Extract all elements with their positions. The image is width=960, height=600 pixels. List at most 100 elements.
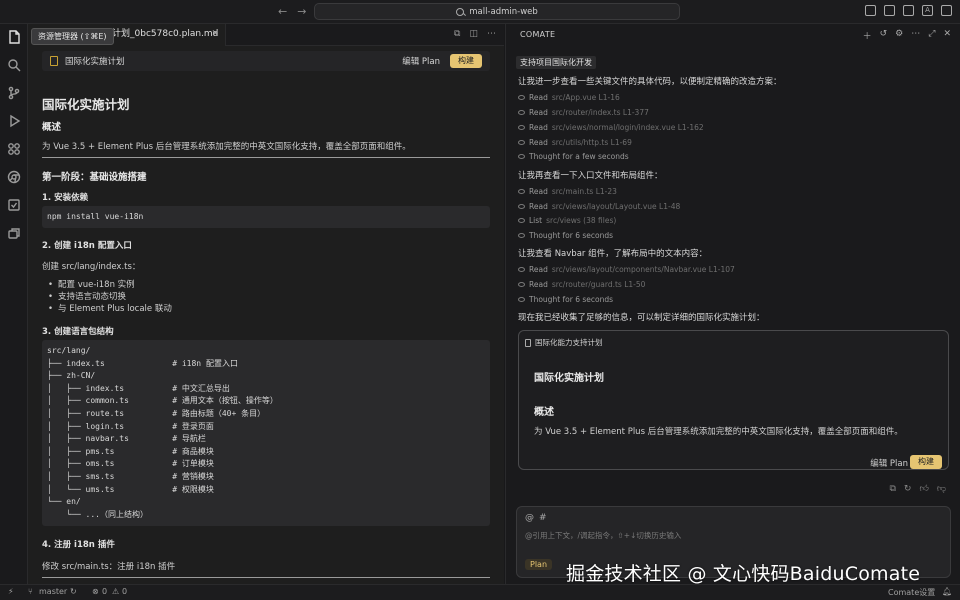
new-chat-icon[interactable]: ＋	[863, 29, 872, 42]
toggle-secondary-sidebar-icon[interactable]	[903, 5, 914, 16]
list-item: 与 Element Plus locale 联动	[48, 303, 172, 315]
tool-read-row[interactable]: Read src/router/index.ts L1-377	[518, 108, 649, 117]
mode-selector[interactable]: Plan	[525, 559, 553, 570]
browser-icon[interactable]	[7, 170, 21, 184]
thought-icon	[518, 297, 525, 302]
thought-row[interactable]: Thought for 6 seconds	[518, 295, 613, 304]
step-3-heading: 3. 创建语言包结构	[42, 327, 114, 337]
step-4-text: 修改 src/main.ts：注册 i18n 插件	[42, 562, 176, 572]
comate-settings[interactable]: Comate设置	[888, 587, 935, 598]
thumbs-up-icon[interactable]: 👍︎	[919, 484, 928, 494]
tool-read-row[interactable]: Read src/views/layout/Layout.vue L1-48	[518, 202, 680, 211]
tool-read-row[interactable]: Read src/views/layout/components/Navbar.v…	[518, 265, 735, 274]
assistant-message: 让我再查看一下入口文件和布局组件：	[518, 171, 663, 181]
back-arrow-icon[interactable]: ←	[278, 5, 287, 18]
eye-icon	[518, 140, 525, 145]
notifications-icon[interactable]: 🔔︎	[942, 587, 952, 596]
eye-icon	[518, 282, 525, 287]
branch-icon: ⑂	[28, 587, 33, 596]
thumbs-down-icon[interactable]: 👎︎	[937, 484, 946, 494]
step-2-heading: 2. 创建 i18n 配置入口	[42, 241, 132, 251]
eye-icon	[518, 204, 525, 209]
title-bar: ← → mall-admin-web A	[0, 0, 960, 24]
divider	[42, 577, 490, 578]
chat-input-placeholder[interactable]: @引用上下文，/调起指令，⇧+↓切换历史输入	[525, 530, 681, 541]
settings-icon[interactable]: ⚙	[895, 29, 903, 42]
history-icon[interactable]: ↺	[880, 29, 888, 42]
open-changes-icon[interactable]: ⧉	[454, 29, 460, 39]
error-count[interactable]: 0	[102, 587, 107, 596]
step-4-heading: 4. 注册 i18n 插件	[42, 540, 115, 550]
overview-text: 为 Vue 3.5 + Element Plus 后台管理系统添加完整的中英文国…	[42, 142, 411, 152]
topic-tag: 支持项目国际化开发	[516, 56, 596, 69]
search-icon[interactable]	[7, 58, 21, 72]
plan-header-bar: 国际化实施计划 编辑 Plan 构建	[42, 51, 490, 71]
close-icon[interactable]: ✕	[211, 24, 219, 45]
layout-controls: A	[865, 5, 952, 16]
forward-arrow-icon[interactable]: →	[297, 5, 306, 18]
assistant-message: 让我查看 Navbar 组件，了解布局中的文本内容：	[518, 249, 708, 259]
code-structure: src/lang/ ├── index.ts # i18n 配置入口 ├── z…	[47, 346, 278, 519]
branch-name[interactable]: master	[39, 587, 67, 596]
close-icon[interactable]: ✕	[943, 29, 951, 42]
testing-icon[interactable]	[7, 198, 21, 212]
extensions-icon[interactable]	[7, 142, 21, 156]
nav-arrows: ← →	[278, 5, 306, 18]
code-block-structure: src/lang/ ├── index.ts # i18n 配置入口 ├── z…	[42, 340, 490, 526]
thought-row[interactable]: Thought for a few seconds	[518, 152, 629, 161]
build-button[interactable]: 构建	[450, 54, 482, 68]
sync-icon[interactable]: ↻	[70, 587, 77, 596]
warning-count[interactable]: 0	[122, 587, 127, 596]
phase-one-heading: 第一阶段：基础设施搭建	[42, 172, 147, 183]
activity-bar	[0, 24, 28, 584]
font-settings-icon[interactable]: A	[922, 5, 933, 16]
toggle-primary-sidebar-icon[interactable]	[865, 5, 876, 16]
editor-area: 计划_0bc578c0.plan.md ✕ ⧉ ◫ ⋯ 国际化实施计划 编辑 P…	[28, 24, 504, 584]
edit-plan-button[interactable]: 编辑 Plan	[402, 55, 440, 67]
remote-explorer-icon[interactable]	[7, 226, 21, 240]
overview-heading: 概述	[42, 122, 62, 133]
plan-card-description: 为 Vue 3.5 + Element Plus 后台管理系统添加完整的中英文国…	[534, 427, 903, 437]
maximize-icon[interactable]: ⤢	[928, 29, 935, 42]
explorer-icon[interactable]	[7, 30, 21, 44]
tool-list-row[interactable]: List src/views (38 files)	[518, 216, 616, 225]
comate-title: COMATE	[520, 30, 556, 39]
customize-layout-icon[interactable]	[941, 5, 952, 16]
search-icon	[456, 7, 465, 16]
source-control-icon[interactable]	[7, 86, 21, 100]
tool-read-row[interactable]: Read src/views/normal/login/index.vue L1-…	[518, 123, 704, 132]
copy-icon[interactable]: ⧉	[889, 484, 895, 494]
plan-card-subtitle: 概述	[534, 407, 554, 418]
assistant-message: 让我进一步查看一些关键文件的具体代码，以便制定精确的改造方案：	[518, 77, 782, 87]
toggle-panel-icon[interactable]	[884, 5, 895, 16]
build-button[interactable]: 构建	[910, 455, 942, 469]
mention-icon[interactable]: @	[525, 513, 534, 523]
comate-panel: COMATE ＋ ↺ ⚙ ⋯ ⤢ ✕ 支持项目国际化开发 让我进一步查看一些关键…	[505, 24, 960, 584]
split-editor-icon[interactable]: ◫	[469, 29, 478, 39]
thought-icon	[518, 154, 525, 159]
run-debug-icon[interactable]	[7, 114, 21, 128]
hash-icon[interactable]: #	[539, 513, 547, 523]
command-center-search[interactable]: mall-admin-web	[314, 3, 680, 20]
editor-actions: ⧉ ◫ ⋯	[454, 29, 496, 39]
tool-read-row[interactable]: Read src/main.ts L1-23	[518, 187, 617, 196]
step-1-heading: 1. 安装依赖	[42, 193, 89, 203]
plan-doc-icon	[525, 338, 531, 347]
list-item: 配置 vue-i18n 实例	[48, 279, 172, 291]
thought-icon	[518, 233, 525, 238]
tool-read-row[interactable]: Read src/router/guard.ts L1-50	[518, 280, 645, 289]
more-actions-icon[interactable]: ⋯	[487, 29, 496, 39]
plan-card: 国际化能力支持计划 国际化实施计划 概述 为 Vue 3.5 + Element…	[518, 330, 949, 470]
watermark: 掘金技术社区 @ 文心快码BaiduComate	[566, 563, 921, 585]
plan-title: 国际化实施计划	[65, 57, 125, 67]
tool-read-row[interactable]: Read src/utils/http.ts L1-69	[518, 138, 632, 147]
tool-read-row[interactable]: Read src/App.vue L1-16	[518, 93, 620, 102]
remote-icon[interactable]: ⚡	[8, 587, 14, 596]
plan-doc-icon	[50, 56, 58, 66]
search-text: mall-admin-web	[469, 6, 538, 17]
retry-icon[interactable]: ↻	[904, 484, 912, 494]
edit-plan-button[interactable]: 编辑 Plan	[870, 457, 908, 469]
more-icon[interactable]: ⋯	[911, 29, 920, 42]
warning-icon: ⚠	[112, 587, 120, 596]
thought-row[interactable]: Thought for 6 seconds	[518, 231, 613, 240]
